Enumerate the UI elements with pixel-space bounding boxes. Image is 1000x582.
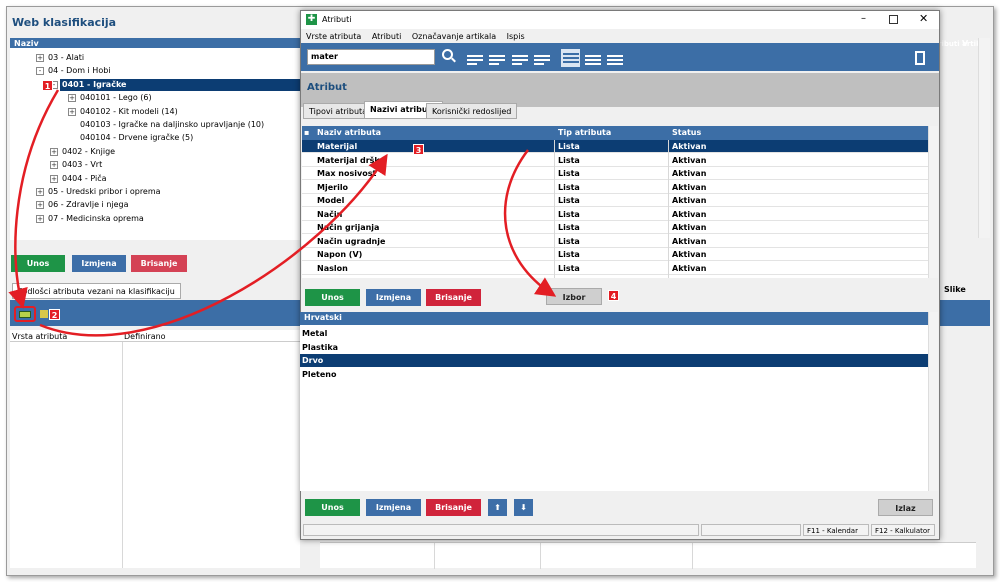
arrow-3-to-4	[503, 149, 557, 297]
callout-badge-3: 3	[413, 144, 424, 155]
callout-badge-4: 4	[608, 290, 619, 301]
callout-badge-1: 1	[42, 80, 53, 91]
callout-badge-2: 2	[49, 309, 60, 320]
callout-arrows	[8, 89, 557, 337]
arrow-1-to-2	[8, 89, 60, 309]
arrow-2-to-3	[39, 153, 388, 337]
